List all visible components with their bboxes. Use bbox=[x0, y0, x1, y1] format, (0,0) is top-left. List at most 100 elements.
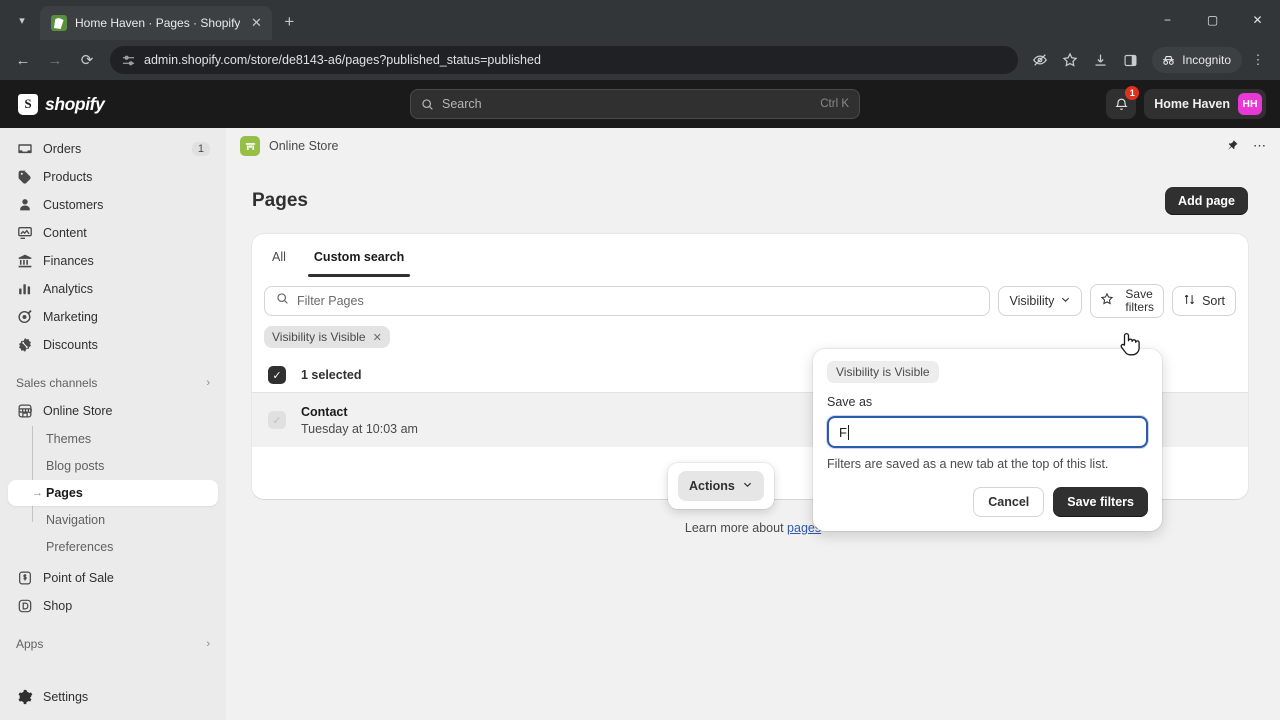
toolbar-icons: Incognito ⋮ bbox=[1026, 46, 1272, 74]
sort-icon bbox=[1183, 293, 1196, 309]
sidebar-section-apps[interactable]: Apps › bbox=[8, 633, 218, 655]
sidebar-item-customers[interactable]: Customers bbox=[8, 192, 218, 218]
actions-button[interactable]: Actions bbox=[678, 471, 764, 501]
sidebar-item-point-of-sale[interactable]: Point of Sale bbox=[8, 565, 218, 591]
sidebar-label-discounts: Discounts bbox=[43, 338, 98, 352]
address-bar[interactable]: admin.shopify.com/store/de8143-a6/pages?… bbox=[110, 46, 1019, 74]
sidebar-label-themes: Themes bbox=[46, 432, 92, 446]
shopify-bag-icon: S bbox=[18, 93, 38, 115]
actions-label: Actions bbox=[689, 479, 735, 493]
close-tab-icon[interactable]: ✕ bbox=[248, 15, 264, 31]
back-icon[interactable]: ← bbox=[8, 45, 38, 75]
text-cursor bbox=[847, 424, 849, 440]
store-menu-button[interactable]: Home Haven HH bbox=[1144, 89, 1266, 119]
site-settings-icon[interactable] bbox=[122, 54, 135, 67]
sidebar-item-preferences[interactable]: Preferences bbox=[8, 534, 218, 560]
minimize-icon[interactable]: − bbox=[1145, 0, 1190, 40]
tab-search-button[interactable]: ▾ bbox=[8, 6, 36, 34]
sidebar-label-settings: Settings bbox=[43, 690, 89, 704]
chevron-right-icon[interactable]: › bbox=[206, 377, 210, 389]
sidebar-label-navigation: Navigation bbox=[46, 513, 106, 527]
sidebar-section-sales-channels[interactable]: Sales channels › bbox=[8, 372, 218, 394]
global-search-placeholder: Search bbox=[442, 97, 482, 111]
browser-chrome: ▾ Home Haven · Pages · Shopify ✕ + − ▢ ✕… bbox=[0, 0, 1280, 80]
analytics-icon bbox=[16, 281, 33, 298]
sidebar-label-products: Products bbox=[43, 170, 93, 184]
popover-filter-chip: Visibility is Visible bbox=[827, 361, 939, 383]
visibility-label: Visibility bbox=[1009, 294, 1055, 308]
store-name: Home Haven bbox=[1154, 97, 1230, 111]
filter-pages-placeholder: Filter Pages bbox=[297, 294, 364, 308]
sidebar-item-pages[interactable]: → Pages bbox=[8, 480, 218, 506]
browser-menu-icon[interactable]: ⋮ bbox=[1244, 46, 1272, 74]
notifications-button[interactable]: 1 bbox=[1106, 86, 1140, 119]
customers-icon bbox=[16, 197, 33, 214]
sidebar-item-products[interactable]: Products bbox=[8, 164, 218, 190]
shopify-logo[interactable]: S shopify bbox=[12, 93, 105, 115]
add-page-button[interactable]: Add page bbox=[1165, 187, 1248, 215]
sidebar-label-blog-posts: Blog posts bbox=[46, 459, 105, 473]
global-search-input[interactable]: Search Ctrl K bbox=[410, 89, 860, 119]
sidebar-item-themes[interactable]: Themes bbox=[8, 426, 218, 452]
sidebar-item-blog-posts[interactable]: Blog posts bbox=[8, 453, 218, 479]
maximize-icon[interactable]: ▢ bbox=[1190, 0, 1235, 40]
close-icon[interactable]: ✕ bbox=[373, 331, 382, 344]
gear-icon bbox=[16, 689, 33, 706]
online-store-icon bbox=[16, 403, 33, 420]
breadcrumb-label: Online Store bbox=[269, 139, 339, 153]
save-filters-confirm-button[interactable]: Save filters bbox=[1053, 487, 1148, 517]
chevron-right-icon[interactable]: › bbox=[206, 638, 210, 650]
new-tab-button[interactable]: + bbox=[284, 12, 294, 32]
tab-custom-search[interactable]: Custom search bbox=[302, 243, 416, 277]
forward-icon[interactable]: → bbox=[40, 45, 70, 75]
sidebar-label-orders: Orders bbox=[43, 142, 82, 156]
topbar-right: 1 Home Haven HH bbox=[1106, 86, 1266, 119]
eye-off-icon[interactable] bbox=[1026, 46, 1054, 74]
pin-icon[interactable] bbox=[1225, 139, 1239, 153]
sidebar-item-marketing[interactable]: Marketing bbox=[8, 304, 218, 330]
save-filters-help-text: Filters are saved as a new tab at the to… bbox=[827, 457, 1109, 471]
sidebar-item-content[interactable]: Content bbox=[8, 220, 218, 246]
sidebar-item-discounts[interactable]: Discounts bbox=[8, 332, 218, 358]
filter-chip-label: Visibility is Visible bbox=[272, 330, 366, 344]
sidebar-item-settings[interactable]: Settings bbox=[8, 684, 218, 710]
close-window-icon[interactable]: ✕ bbox=[1235, 0, 1280, 40]
bookmark-star-icon[interactable] bbox=[1056, 46, 1084, 74]
sidebar-item-analytics[interactable]: Analytics bbox=[8, 276, 218, 302]
bell-icon bbox=[1115, 98, 1128, 110]
marketing-icon bbox=[16, 309, 33, 326]
save-as-label: Save as bbox=[827, 395, 873, 409]
browser-tab[interactable]: Home Haven · Pages · Shopify ✕ bbox=[40, 6, 273, 40]
save-filters-button[interactable]: Save filters bbox=[1090, 284, 1165, 318]
side-panel-icon[interactable] bbox=[1116, 46, 1144, 74]
ellipsis-icon[interactable]: ⋯ bbox=[1253, 138, 1266, 154]
filter-pages-input[interactable]: Filter Pages bbox=[264, 286, 991, 316]
reload-icon[interactable]: ⟳ bbox=[72, 45, 102, 75]
search-shortcut-hint: Ctrl K bbox=[820, 98, 849, 110]
sort-label: Sort bbox=[1202, 294, 1225, 308]
window-controls: − ▢ ✕ bbox=[1145, 0, 1280, 40]
main-header: Online Store ⋯ bbox=[226, 128, 1280, 164]
search-icon bbox=[421, 98, 434, 111]
sidebar-item-online-store[interactable]: Online Store bbox=[8, 398, 218, 424]
incognito-indicator[interactable]: Incognito bbox=[1152, 47, 1242, 73]
row-title: Contact bbox=[301, 404, 348, 419]
save-as-input[interactable]: F bbox=[827, 416, 1148, 448]
row-checkbox[interactable]: ✓ bbox=[268, 411, 286, 429]
sidebar-item-orders[interactable]: Orders 1 bbox=[8, 136, 218, 162]
breadcrumb[interactable]: Online Store bbox=[240, 136, 338, 156]
sidebar-item-navigation[interactable]: Navigation bbox=[8, 507, 218, 533]
sort-button[interactable]: Sort bbox=[1172, 286, 1236, 316]
download-icon[interactable] bbox=[1086, 46, 1114, 74]
row-content: Contact Tuesday at 10:03 am bbox=[301, 405, 418, 436]
select-all-checkbox[interactable]: ✓ bbox=[268, 366, 286, 384]
filter-chip-visibility[interactable]: Visibility is Visible ✕ bbox=[264, 326, 390, 348]
tab-all[interactable]: All bbox=[260, 243, 298, 273]
sidebar-item-finances[interactable]: Finances bbox=[8, 248, 218, 274]
visibility-filter-button[interactable]: Visibility bbox=[998, 286, 1083, 316]
cancel-button[interactable]: Cancel bbox=[973, 487, 1045, 517]
sidebar-label-preferences: Preferences bbox=[46, 540, 114, 554]
sidebar-item-shop[interactable]: Shop bbox=[8, 593, 218, 619]
content-icon bbox=[16, 225, 33, 242]
apps-label: Apps bbox=[16, 637, 44, 651]
